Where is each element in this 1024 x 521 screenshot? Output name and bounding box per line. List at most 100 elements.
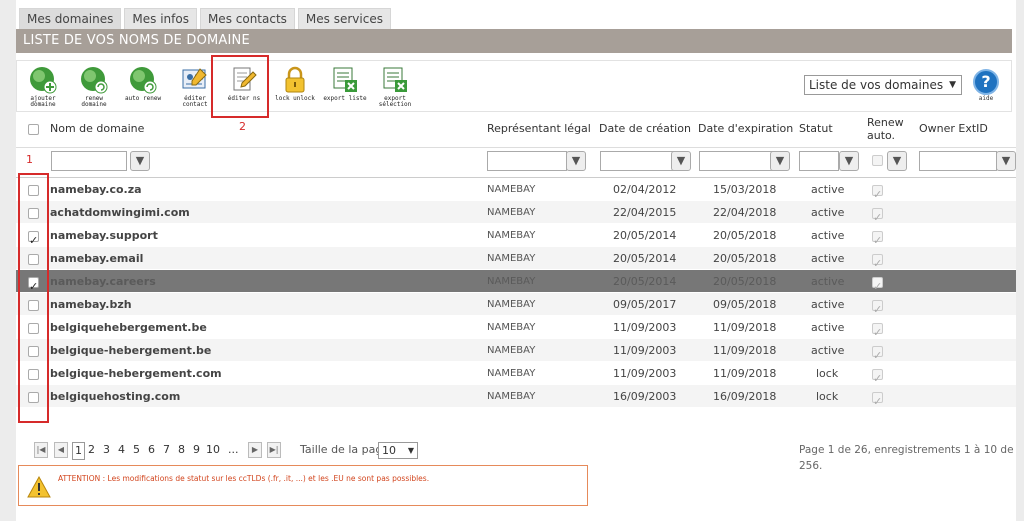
expires-cell: 20/05/2018 xyxy=(713,252,777,265)
page-link[interactable]: 3 xyxy=(103,442,110,458)
lock-unlock-button[interactable]: lock unlock xyxy=(273,65,317,109)
page-size-select[interactable]: 10 ▼ xyxy=(378,442,418,459)
table-row-selected[interactable]: namebay.careers NAMEBAY 20/05/2014 20/05… xyxy=(16,270,1016,298)
filter-icon[interactable]: ▼ xyxy=(770,151,790,171)
domain-name[interactable]: namebay.co.za xyxy=(50,178,142,201)
add-domain-label: ajouter domaine xyxy=(30,95,56,108)
renew-domain-button[interactable]: renew domaine xyxy=(72,65,116,109)
table-row[interactable]: belgique-hebergement.be NAMEBAY 11/09/20… xyxy=(16,339,1016,367)
domain-name[interactable]: achatdomwingimi.com xyxy=(50,201,190,224)
col-renew[interactable]: Renew auto. xyxy=(867,114,907,148)
page-link[interactable]: 8 xyxy=(178,442,185,458)
status-cell: active xyxy=(811,298,845,311)
filter-icon[interactable]: ▼ xyxy=(130,151,150,171)
col-status[interactable]: Statut xyxy=(799,114,833,148)
filter-status-input[interactable] xyxy=(799,151,839,171)
created-cell: 16/09/2003 xyxy=(613,390,677,403)
domain-name[interactable]: belgique-hebergement.com xyxy=(50,362,222,385)
prev-page-icon[interactable]: ◀ xyxy=(54,442,68,458)
domain-name[interactable]: namebay.email xyxy=(50,247,143,270)
filter-renew-checkbox[interactable] xyxy=(872,155,883,166)
filter-icon[interactable]: ▼ xyxy=(566,151,586,171)
domain-name[interactable]: namebay.bzh xyxy=(50,293,132,316)
auto-renew-button[interactable]: auto renew xyxy=(121,65,165,109)
page-ellipsis[interactable]: ... xyxy=(228,442,239,458)
tab-mes-infos[interactable]: Mes infos xyxy=(124,8,197,29)
created-cell: 22/04/2015 xyxy=(613,206,677,219)
tab-bar: Mes domaines Mes infos Mes contacts Mes … xyxy=(19,8,391,29)
export-list-button[interactable]: export liste xyxy=(323,65,367,109)
table-row[interactable]: namebay.email NAMEBAY 20/05/2014 20/05/2… xyxy=(16,247,1016,275)
filter-rep-input[interactable] xyxy=(487,151,567,171)
page-link[interactable]: 6 xyxy=(148,442,155,458)
tab-mes-contacts[interactable]: Mes contacts xyxy=(199,8,295,29)
last-page-icon[interactable]: ▶| xyxy=(267,442,281,458)
page-link[interactable]: 5 xyxy=(133,442,140,458)
filter-icon[interactable]: ▼ xyxy=(996,151,1016,171)
pagination: |◀ ◀ 1 2 3 4 5 6 7 8 9 10 ... ▶ ▶| Taill… xyxy=(16,440,1016,472)
filter-icon[interactable]: ▼ xyxy=(671,151,691,171)
filter-icon[interactable]: ▼ xyxy=(839,151,859,171)
page-link[interactable]: 9 xyxy=(193,442,200,458)
table-row[interactable]: belgiquehosting.com NAMEBAY 16/09/2003 1… xyxy=(16,385,1016,413)
renew-checkbox xyxy=(872,206,883,229)
first-page-icon[interactable]: |◀ xyxy=(34,442,48,458)
col-domain[interactable]: Nom de domaine xyxy=(50,114,144,148)
page-link[interactable]: 2 xyxy=(88,442,95,458)
created-cell: 20/05/2014 xyxy=(613,252,677,265)
status-cell: lock xyxy=(816,390,839,403)
page-link[interactable]: 4 xyxy=(118,442,125,458)
table-row[interactable]: namebay.co.za NAMEBAY 02/04/2012 15/03/2… xyxy=(16,178,1016,206)
filter-icon[interactable]: ▼ xyxy=(887,151,907,171)
table-row[interactable]: achatdomwingimi.com NAMEBAY 22/04/2015 2… xyxy=(16,201,1016,229)
col-rep[interactable]: Représentant légal xyxy=(487,114,591,148)
export-selection-button[interactable]: export sélection xyxy=(373,65,417,109)
domain-name[interactable]: namebay.support xyxy=(50,224,158,247)
expires-cell: 11/09/2018 xyxy=(713,344,777,357)
export-selection-icon xyxy=(383,67,407,92)
add-domain-button[interactable]: ajouter domaine xyxy=(21,65,65,109)
renew-checkbox xyxy=(872,390,883,413)
rep-cell: NAMEBAY xyxy=(487,299,536,310)
renew-checkbox xyxy=(872,344,883,367)
rep-cell: NAMEBAY xyxy=(487,230,536,241)
renew-checkbox xyxy=(872,298,883,321)
domain-name[interactable]: belgiquehebergement.be xyxy=(50,316,207,339)
renew-checkbox xyxy=(872,183,883,206)
help-button[interactable]: ? aide xyxy=(971,69,1001,109)
page-link[interactable]: 10 xyxy=(206,442,220,458)
created-cell: 20/05/2014 xyxy=(613,275,677,288)
domain-name[interactable]: namebay.careers xyxy=(50,270,156,293)
chevron-down-icon: ▼ xyxy=(949,80,956,90)
rep-cell: NAMEBAY xyxy=(487,253,536,264)
created-cell: 11/09/2003 xyxy=(613,367,677,380)
filter-domain-input[interactable] xyxy=(51,151,127,171)
table-row[interactable]: belgiquehebergement.be NAMEBAY 11/09/200… xyxy=(16,316,1016,344)
tab-mes-domaines[interactable]: Mes domaines xyxy=(19,8,122,29)
contact-card-icon xyxy=(182,68,207,89)
select-all-checkbox[interactable] xyxy=(28,123,39,135)
col-expires[interactable]: Date d'expiration xyxy=(698,114,793,148)
domain-list-select[interactable]: Liste de vos domaines ▼ xyxy=(804,75,962,95)
domain-name[interactable]: belgiquehosting.com xyxy=(50,385,180,408)
col-owner[interactable]: Owner ExtID xyxy=(919,114,988,148)
domain-table-body: namebay.co.za NAMEBAY 02/04/2012 15/03/2… xyxy=(16,178,1016,413)
expires-cell: 20/05/2018 xyxy=(713,229,777,242)
table-row[interactable]: namebay.support NAMEBAY 20/05/2014 20/05… xyxy=(16,224,1016,252)
filter-owner-input[interactable] xyxy=(919,151,997,171)
renew-domain-label: renew domaine xyxy=(81,95,107,108)
filter-expires-input[interactable] xyxy=(699,151,780,171)
warning-text: ATTENTION : Les modifications de statut … xyxy=(58,474,430,483)
page-link[interactable]: 7 xyxy=(163,442,170,458)
filter-created-input[interactable] xyxy=(600,151,681,171)
tab-mes-services[interactable]: Mes services xyxy=(297,8,391,29)
page-link[interactable]: 1 xyxy=(72,442,85,460)
col-created[interactable]: Date de création xyxy=(599,114,691,148)
expires-cell: 20/05/2018 xyxy=(713,275,777,288)
page: Mes domaines Mes infos Mes contacts Mes … xyxy=(0,0,1024,521)
next-page-icon[interactable]: ▶ xyxy=(248,442,262,458)
chevron-down-icon: ▼ xyxy=(407,446,414,455)
table-row[interactable]: belgique-hebergement.com NAMEBAY 11/09/2… xyxy=(16,362,1016,390)
table-row[interactable]: namebay.bzh NAMEBAY 09/05/2017 09/05/201… xyxy=(16,293,1016,321)
domain-name[interactable]: belgique-hebergement.be xyxy=(50,339,211,362)
